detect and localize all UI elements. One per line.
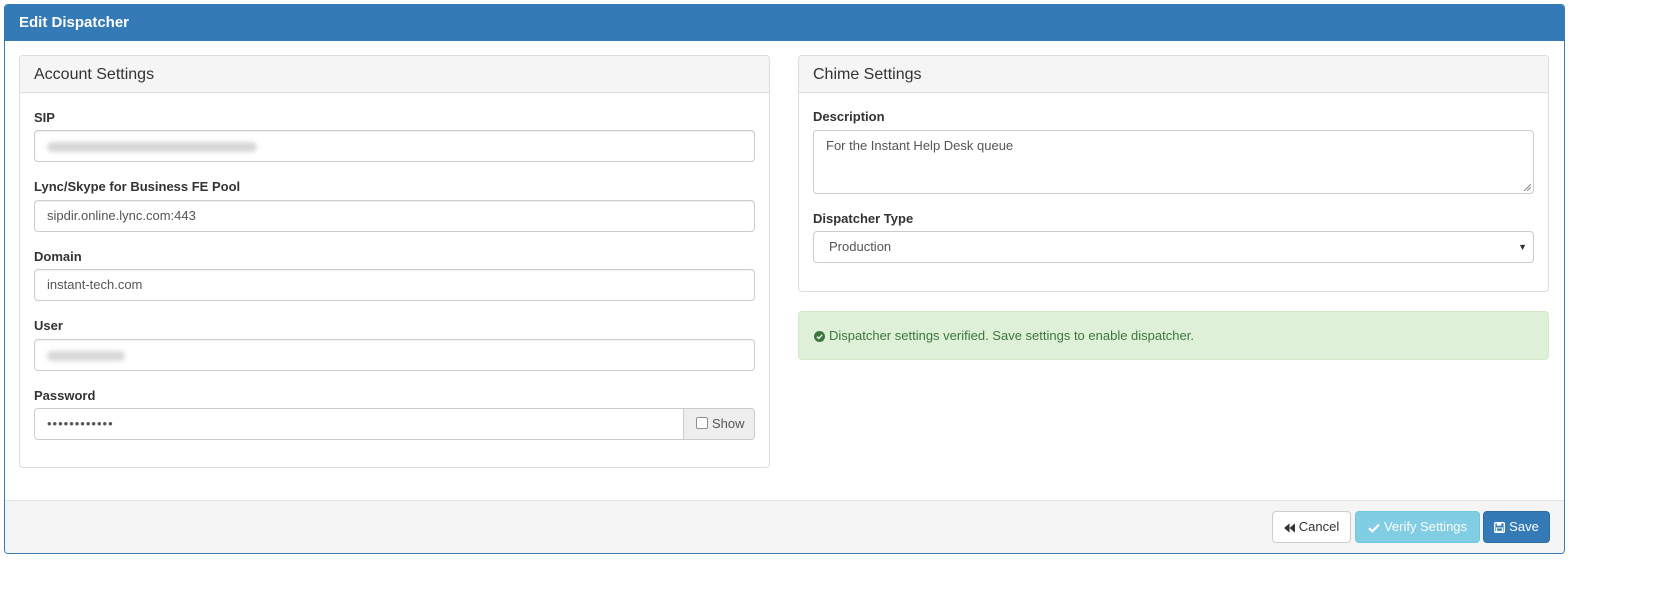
dispatcher-type-label: Dispatcher Type [813,211,914,226]
modal-body: Account Settings SIP Lync/Skype for Busi… [5,41,1564,499]
user-input[interactable] [34,339,755,371]
resize-grip-icon[interactable] [1523,183,1531,191]
modal-title: Edit Dispatcher [5,5,1564,41]
check-icon [1368,523,1380,533]
pool-input[interactable]: sipdir.online.lync.com:443 [34,200,755,232]
user-label: User [34,318,63,333]
description-value: For the Instant Help Desk queue [826,138,1014,153]
domain-label: Domain [34,249,82,264]
backward-icon [1283,523,1295,533]
caret-down-icon: ▼ [1518,242,1527,252]
check-circle-icon [814,331,825,342]
password-group: •••••••••••• Show [34,408,755,440]
sip-value-redacted [47,141,257,152]
chime-settings-heading: Chime Settings [799,56,1548,93]
description-label: Description [813,109,885,124]
alert-message: Dispatcher settings verified. Save setti… [829,328,1194,343]
chime-settings-panel: Chime Settings Description For the Insta… [798,55,1549,292]
user-value-redacted [47,350,125,361]
pool-label: Lync/Skype for Business FE Pool [34,179,241,194]
show-password-checkbox[interactable] [696,417,708,429]
save-label: Save [1509,519,1539,534]
cancel-label: Cancel [1298,519,1340,534]
modal-footer: Cancel Verify Settings Save [5,500,1564,553]
password-input[interactable]: •••••••••••• [34,408,684,440]
description-textarea[interactable]: For the Instant Help Desk queue [813,130,1534,194]
show-password-label: Show [712,416,745,431]
verify-settings-button[interactable]: Verify Settings [1355,511,1480,543]
save-button[interactable]: Save [1483,511,1550,543]
password-label: Password [34,388,96,403]
verify-label: Verify Settings [1383,519,1468,534]
show-password-toggle[interactable]: Show [683,408,755,440]
verification-alert: Dispatcher settings verified. Save setti… [798,311,1549,360]
sip-label: SIP [34,110,55,125]
account-settings-heading: Account Settings [20,56,769,93]
edit-dispatcher-modal: Edit Dispatcher Account Settings SIP Lyn… [4,4,1565,554]
sip-input[interactable] [34,130,755,162]
domain-input[interactable]: instant-tech.com [34,269,755,301]
cancel-button[interactable]: Cancel [1272,511,1351,543]
dispatcher-type-value: Production [829,239,892,254]
account-settings-panel: Account Settings SIP Lync/Skype for Busi… [19,55,770,468]
dispatcher-type-select[interactable]: Production ▼ [813,231,1534,263]
floppy-disk-icon [1494,522,1506,533]
